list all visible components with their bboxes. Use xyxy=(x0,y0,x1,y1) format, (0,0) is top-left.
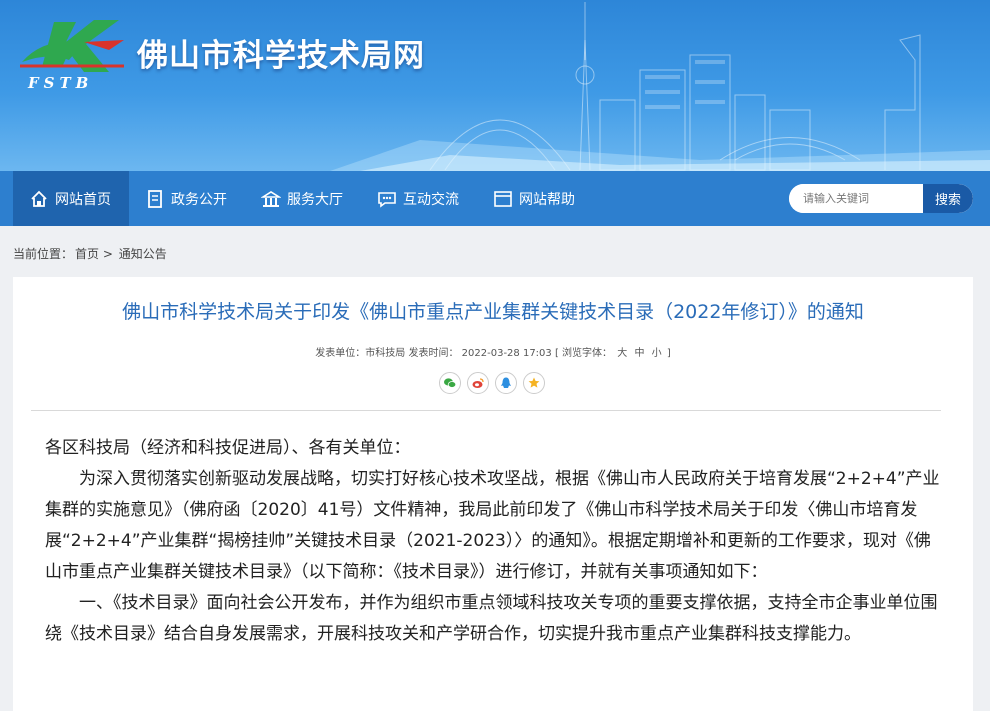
meta-font-end: ] xyxy=(666,348,671,359)
search-box: 搜索 xyxy=(789,184,973,213)
breadcrumb-current-link[interactable]: 通知公告 xyxy=(119,247,167,261)
nav-item-government[interactable]: 政务公开 xyxy=(145,171,227,226)
chat-icon xyxy=(378,191,396,208)
nav-label: 政务公开 xyxy=(171,191,227,208)
nav-item-interaction[interactable]: 互动交流 xyxy=(377,171,459,226)
weibo-icon xyxy=(472,378,484,388)
site-banner: FSTB 佛山市科学技术局网 xyxy=(0,0,990,171)
window-icon xyxy=(494,190,512,207)
article-salutation: 各区科技局（经济和科技促进局）、各有关单位： xyxy=(45,438,411,458)
article-body: 各区科技局（经济和科技促进局）、各有关单位： 为深入贯彻落实创新驱动发展战略，切… xyxy=(45,433,940,650)
nav-label: 网站帮助 xyxy=(519,191,575,208)
site-title: 佛山市科学技术局网 xyxy=(137,38,425,74)
share-favorite-button[interactable] xyxy=(523,372,545,394)
city-skyline-illustration xyxy=(330,2,990,171)
home-icon xyxy=(31,190,47,207)
title-divider xyxy=(31,410,941,411)
nav-item-home[interactable]: 网站首页 xyxy=(13,171,129,226)
meta-time-label: 发表时间： xyxy=(408,348,459,359)
favorite-icon xyxy=(528,377,540,388)
document-icon xyxy=(148,189,162,208)
font-small-button[interactable]: 小 xyxy=(652,348,662,359)
nav-label: 服务大厅 xyxy=(287,191,343,208)
meta-unit: 市科技局 xyxy=(365,348,406,359)
font-large-button[interactable]: 大 xyxy=(617,348,627,359)
breadcrumb-prefix: 当前位置： xyxy=(13,247,74,261)
share-weibo-button[interactable] xyxy=(467,372,489,394)
nav-item-service-hall[interactable]: 服务大厅 xyxy=(261,171,343,226)
share-qq-button[interactable] xyxy=(495,372,517,394)
nav-label: 网站首页 xyxy=(55,191,111,208)
wechat-icon xyxy=(444,378,457,388)
qq-icon xyxy=(501,377,511,388)
article-paragraph: 一、《技术目录》面向社会公开发布，并作为组织市重点领域科技攻关专项的重要支撑依据… xyxy=(45,593,938,644)
search-button[interactable]: 搜索 xyxy=(923,184,973,213)
meta-font-label: [ 浏览字体： xyxy=(554,348,613,359)
article-card: 佛山市科学技术局关于印发《佛山市重点产业集群关键技术目录（2022年修订）》的通… xyxy=(13,277,973,711)
breadcrumb-home-link[interactable]: 首页 xyxy=(75,247,99,261)
hall-icon xyxy=(261,190,281,207)
article-paragraph: 为深入贯彻落实创新驱动发展战略，切实打好核心技术攻坚战，根据《佛山市人民政府关于… xyxy=(45,469,940,582)
article-meta: 发表单位：市科技局 发表时间： 2022-03-28 17:03 [ 浏览字体：… xyxy=(13,344,973,359)
search-input[interactable] xyxy=(789,184,923,213)
share-wechat-button[interactable] xyxy=(439,372,461,394)
nav-label: 互动交流 xyxy=(403,191,459,208)
share-buttons xyxy=(439,372,545,394)
fstb-logo: FSTB xyxy=(20,20,124,92)
breadcrumb: 当前位置： 首页 > 通知公告 xyxy=(13,245,167,262)
article-title: 佛山市科学技术局关于印发《佛山市重点产业集群关键技术目录（2022年修订）》的通… xyxy=(122,301,864,323)
meta-unit-label: 发表单位： xyxy=(315,348,366,359)
svg-text:FSTB: FSTB xyxy=(27,74,93,92)
nav-item-help[interactable]: 网站帮助 xyxy=(493,171,575,226)
breadcrumb-separator: > xyxy=(102,247,113,261)
meta-time: 2022-03-28 17:03 xyxy=(461,348,552,359)
font-medium-button[interactable]: 中 xyxy=(634,348,644,359)
